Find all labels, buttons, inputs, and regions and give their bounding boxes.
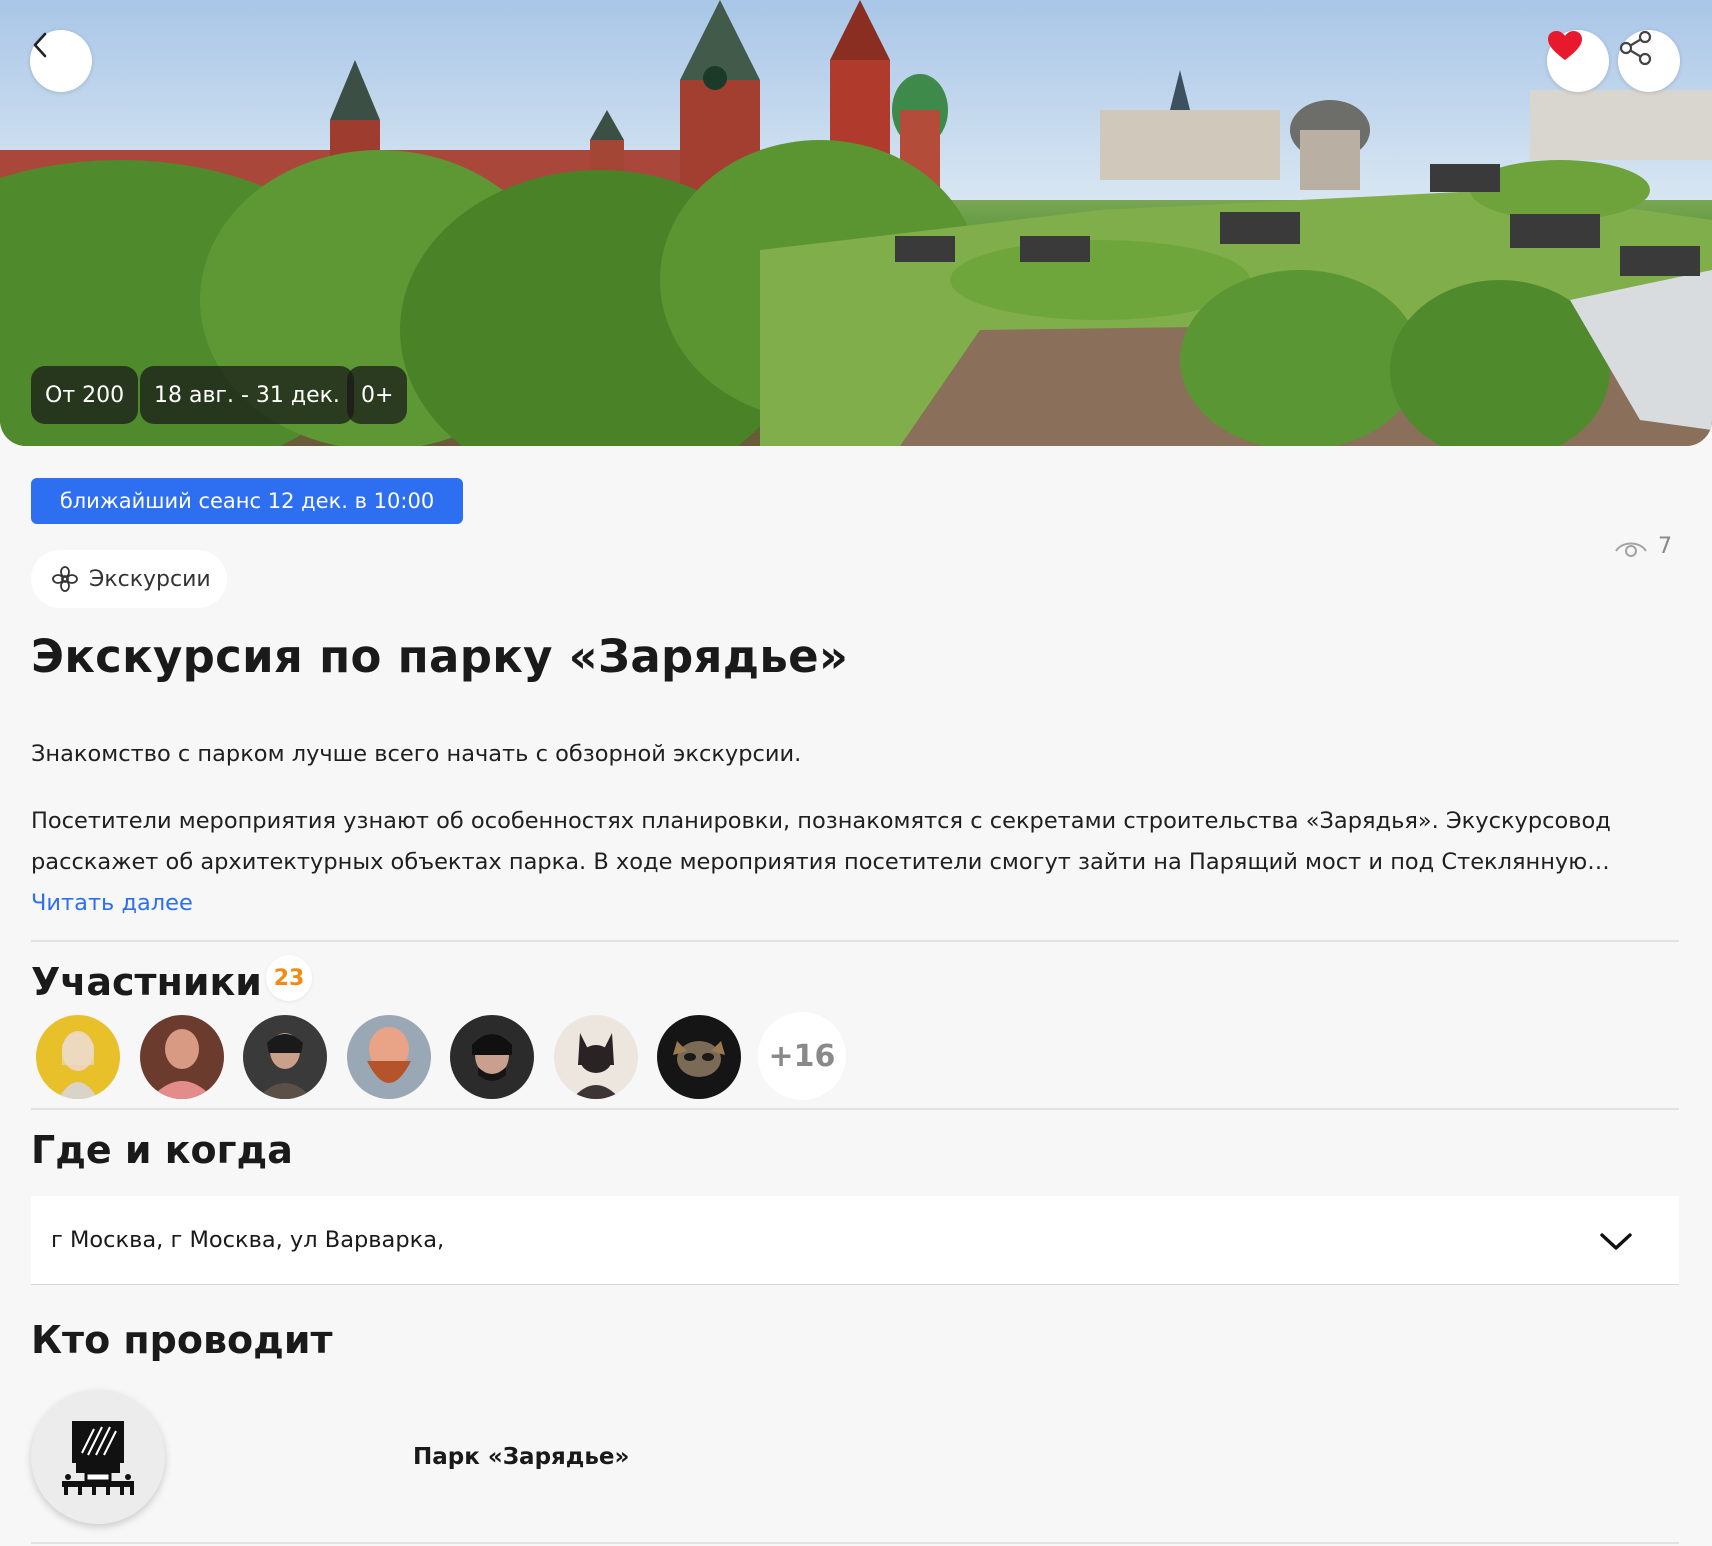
page-title: Экскурсия по парку «Зарядье» [31, 630, 849, 683]
organizer-logo[interactable] [31, 1390, 165, 1524]
price-badge: От 200 [31, 366, 139, 424]
favorite-button[interactable] [1547, 30, 1609, 92]
participants-count-badge: 23 [266, 955, 312, 1001]
dates-badge: 18 авг. - 31 дек. [140, 366, 354, 424]
participant-avatar[interactable] [347, 1015, 431, 1099]
participants-heading: Участники [31, 960, 262, 1004]
age-badge: 0+ [347, 366, 408, 424]
address-dropdown[interactable]: г Москва, г Москва, ул Варварка, [31, 1196, 1679, 1284]
chevron-down-icon[interactable] [1596, 1222, 1636, 1262]
participant-avatar[interactable] [657, 1015, 741, 1099]
where-when-heading: Где и когда [31, 1128, 293, 1172]
back-arrow-icon [33, 32, 47, 58]
flower-icon [52, 566, 78, 592]
description-line-2: расскажет об архитектурных объектах парк… [31, 849, 1610, 875]
participant-avatar[interactable] [554, 1015, 638, 1099]
divider [31, 1108, 1679, 1110]
share-icon [1619, 30, 1652, 66]
address-text: г Москва, г Москва, ул Варварка, [51, 1227, 445, 1253]
read-more-link[interactable]: Читать далее [31, 890, 193, 916]
organizer-heading: Кто проводит [31, 1318, 333, 1362]
participant-avatar[interactable] [450, 1015, 534, 1099]
eye-icon [1615, 542, 1647, 557]
hero-image: От 200 18 авг. - 31 дек. 0+ [0, 0, 1712, 446]
category-label: Экскурсии [89, 566, 211, 592]
divider [31, 940, 1679, 942]
description-lead: Знакомство с парком лучше всего начать с… [31, 741, 802, 767]
description-line-1: Посетители мероприятия узнают об особенн… [31, 808, 1611, 834]
heart-icon [1548, 31, 1582, 60]
share-button[interactable] [1618, 30, 1680, 92]
category-chip[interactable]: Экскурсии [31, 550, 227, 608]
participant-avatar[interactable] [36, 1015, 120, 1099]
nearest-session-badge[interactable]: ближайший сеанс 12 дек. в 10:00 [31, 478, 463, 524]
more-participants-button[interactable]: +16 [758, 1012, 846, 1100]
back-button[interactable] [30, 30, 92, 92]
views-count: 7 [1658, 534, 1672, 559]
divider [31, 1284, 1679, 1285]
views-counter: 7 [1614, 534, 1672, 559]
participant-avatar[interactable] [140, 1015, 224, 1099]
organizer-logo-icon [62, 1421, 134, 1495]
participant-avatar[interactable] [243, 1015, 327, 1099]
divider [31, 1542, 1679, 1544]
organizer-name[interactable]: Парк «Зарядье» [413, 1444, 629, 1470]
